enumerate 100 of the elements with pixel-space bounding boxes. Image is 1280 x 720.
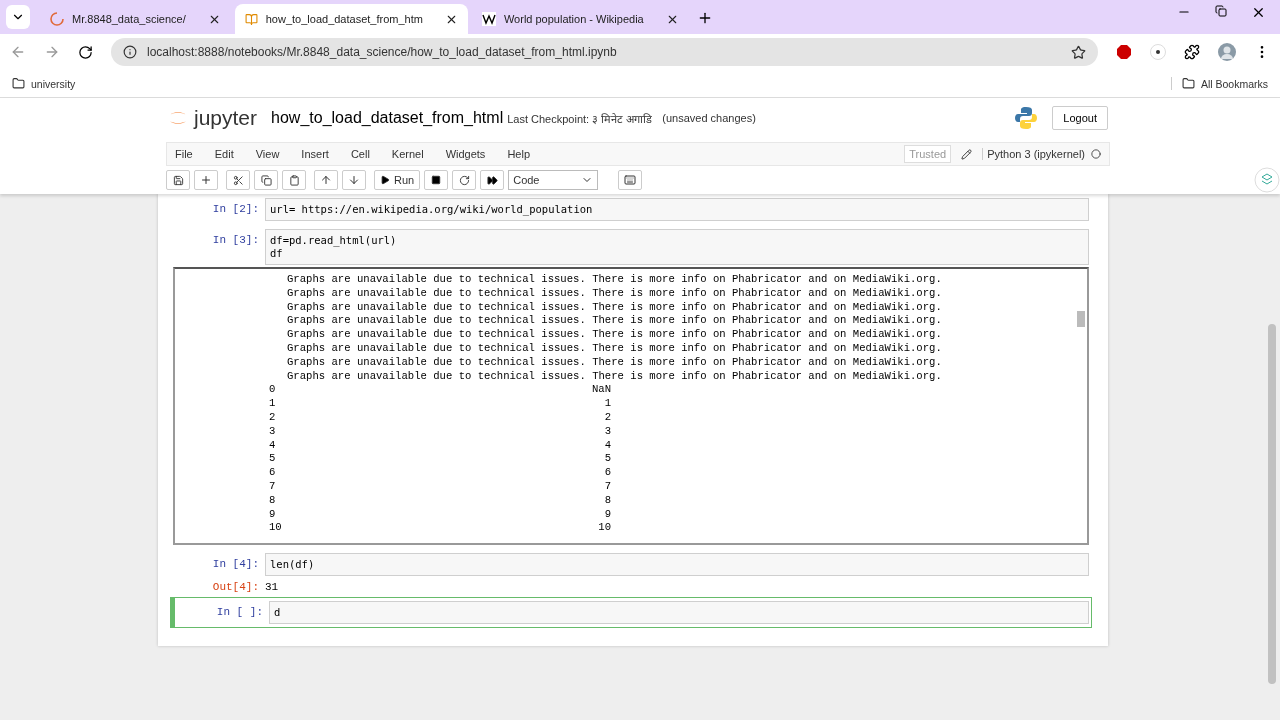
restart-button[interactable] (452, 170, 477, 190)
table-cell-text: 1 (603, 397, 611, 411)
kernel-name[interactable]: Python 3 (ipykernel) (982, 148, 1085, 160)
plus-icon (200, 174, 212, 186)
code-editor[interactable]: df=pd.read_html(url) df (265, 229, 1089, 265)
stop-icon (431, 175, 442, 185)
fast-forward-icon (486, 174, 498, 186)
restart-icon (458, 174, 470, 186)
copy-icon (260, 174, 272, 186)
extensions-icon[interactable] (1184, 44, 1200, 60)
row-index: 1 (269, 397, 277, 411)
table-cell-text: 5 (603, 452, 611, 467)
bookmark-star-icon[interactable] (1071, 44, 1086, 60)
table-cell-text: NaN (590, 383, 611, 398)
row-index: 9 (269, 507, 277, 522)
notebook-cell[interactable]: In [ ]: d (170, 597, 1092, 628)
run-all-button[interactable] (480, 170, 505, 190)
move-down-button[interactable] (342, 170, 366, 190)
row-index: 10 (269, 521, 283, 536)
spinner-icon (50, 12, 64, 26)
browser-tab[interactable]: Mr.8848_data_science/ (40, 4, 231, 34)
menu-item[interactable]: Edit (214, 148, 234, 160)
menu-item[interactable]: Insert (301, 148, 329, 160)
output-line: Graphs are unavailable due to technical issues. There is more info on Phabricator and on MediaWiki.org. (287, 342, 943, 356)
paste-button[interactable] (282, 170, 306, 190)
output-line: Graphs are unavailable due to technical issues. There is more info on Phabricator and on MediaWiki.org. (287, 286, 943, 301)
menu-item[interactable]: Widgets (445, 148, 486, 160)
row-index: 2 (269, 410, 277, 425)
add-cell-button[interactable] (194, 170, 218, 190)
clipboard-icon (288, 174, 300, 186)
avatar-icon[interactable] (1218, 43, 1236, 61)
menu-item[interactable]: Cell (350, 148, 370, 160)
extension-icon[interactable] (1150, 44, 1166, 60)
jupyter-logo[interactable]: jupyter (168, 106, 258, 130)
save-icon (172, 174, 184, 186)
menu-item[interactable]: Kernel (391, 148, 424, 160)
browser-tab[interactable]: how_to_load_dataset_from_htm (234, 4, 468, 34)
save-button[interactable] (166, 170, 190, 190)
notebook-cell[interactable]: In [4]: len(df) Out[4]: 31 (170, 549, 1092, 597)
table-cell-text: 4 (603, 438, 611, 453)
code-editor[interactable]: len(df) (265, 553, 1089, 576)
save-status: (unsaved changes) (662, 112, 756, 124)
menu-item[interactable]: File (175, 148, 193, 160)
browser-tab[interactable]: World population - Wikipedia (471, 4, 689, 34)
address-bar[interactable]: localhost:8888/notebooks/Mr.8848_data_science/how_to_load_dataset_from_html.ipynb (111, 38, 1098, 66)
scissors-icon (232, 174, 244, 186)
logout-button[interactable]: Logout (1052, 106, 1108, 130)
output-prompt: Out[4]: (211, 580, 260, 593)
play-icon (380, 175, 390, 185)
restore-icon[interactable] (1215, 4, 1227, 17)
cell-type-select[interactable]: Code (508, 170, 599, 190)
back-icon[interactable] (10, 44, 26, 60)
run-button[interactable]: Run (374, 170, 421, 190)
output-line: Graphs are unavailable due to technical issues. There is more info on Phabricator and on MediaWiki.org. (287, 273, 943, 287)
output-text: 31 (265, 580, 279, 593)
bookmark-folder[interactable]: university (12, 77, 76, 90)
keyboard-icon (624, 174, 637, 186)
folder-icon (1181, 77, 1195, 90)
table-cell-text: 9 (603, 507, 611, 522)
input-prompt: In [ ]: (215, 605, 264, 618)
cut-button[interactable] (226, 170, 250, 190)
notebook-cell[interactable]: In [2]: url= https://en.wikipedia.org/wiki/world_population (170, 194, 1092, 225)
menu-item[interactable]: View (255, 148, 280, 160)
table-cell-text: 6 (603, 466, 611, 480)
code-editor[interactable]: url= https://en.wikipedia.org/wiki/world_population (265, 198, 1089, 221)
move-up-button[interactable] (314, 170, 338, 190)
reload-icon[interactable] (78, 44, 93, 60)
all-bookmarks[interactable]: All Bookmarks (1170, 77, 1268, 90)
folder-icon (12, 77, 25, 90)
input-prompt: In [2]: (211, 202, 260, 215)
code-editor[interactable]: d (269, 601, 1089, 624)
edit-icon[interactable] (961, 148, 973, 160)
row-index: 7 (269, 479, 277, 494)
table-cell-text: 2 (603, 410, 611, 425)
checkpoint-text: Last Checkpoint: ३ मिनेट अगाडि (507, 111, 653, 126)
kernel-status-icon (1091, 149, 1101, 159)
input-prompt: In [4]: (211, 557, 260, 570)
tab-list-button[interactable] (6, 5, 30, 29)
row-index: 5 (269, 452, 277, 467)
output-line: Graphs are unavailable due to technical issues. There is more info on Phabricator and on MediaWiki.org. (287, 300, 943, 315)
copy-button[interactable] (254, 170, 278, 190)
keyboard-button[interactable] (618, 170, 643, 190)
row-index: 4 (269, 438, 277, 453)
table-cell-text: 8 (603, 493, 611, 508)
info-icon (123, 45, 137, 59)
forward-icon[interactable] (44, 44, 60, 60)
stop-sign-icon[interactable] (1116, 44, 1132, 60)
bookmark-label: university (31, 77, 76, 90)
stop-button[interactable] (424, 170, 449, 190)
row-index: 3 (269, 424, 277, 439)
menu-item[interactable]: Help (507, 148, 530, 160)
output-line: Graphs are unavailable due to technical issues. There is more info on Phabricator and on MediaWiki.org. (287, 314, 943, 329)
arrow-down-icon (348, 174, 360, 186)
row-index: 0 (269, 383, 277, 398)
notebook-name[interactable]: how_to_load_dataset_from_html (271, 109, 504, 127)
book-icon (244, 12, 258, 26)
output-line: Graphs are unavailable due to technical issues. There is more info on Phabricator and on MediaWiki.org. (287, 355, 943, 370)
row-index: 8 (269, 493, 277, 508)
python-logo (1014, 106, 1039, 130)
bookmark-label: All Bookmarks (1200, 77, 1268, 90)
